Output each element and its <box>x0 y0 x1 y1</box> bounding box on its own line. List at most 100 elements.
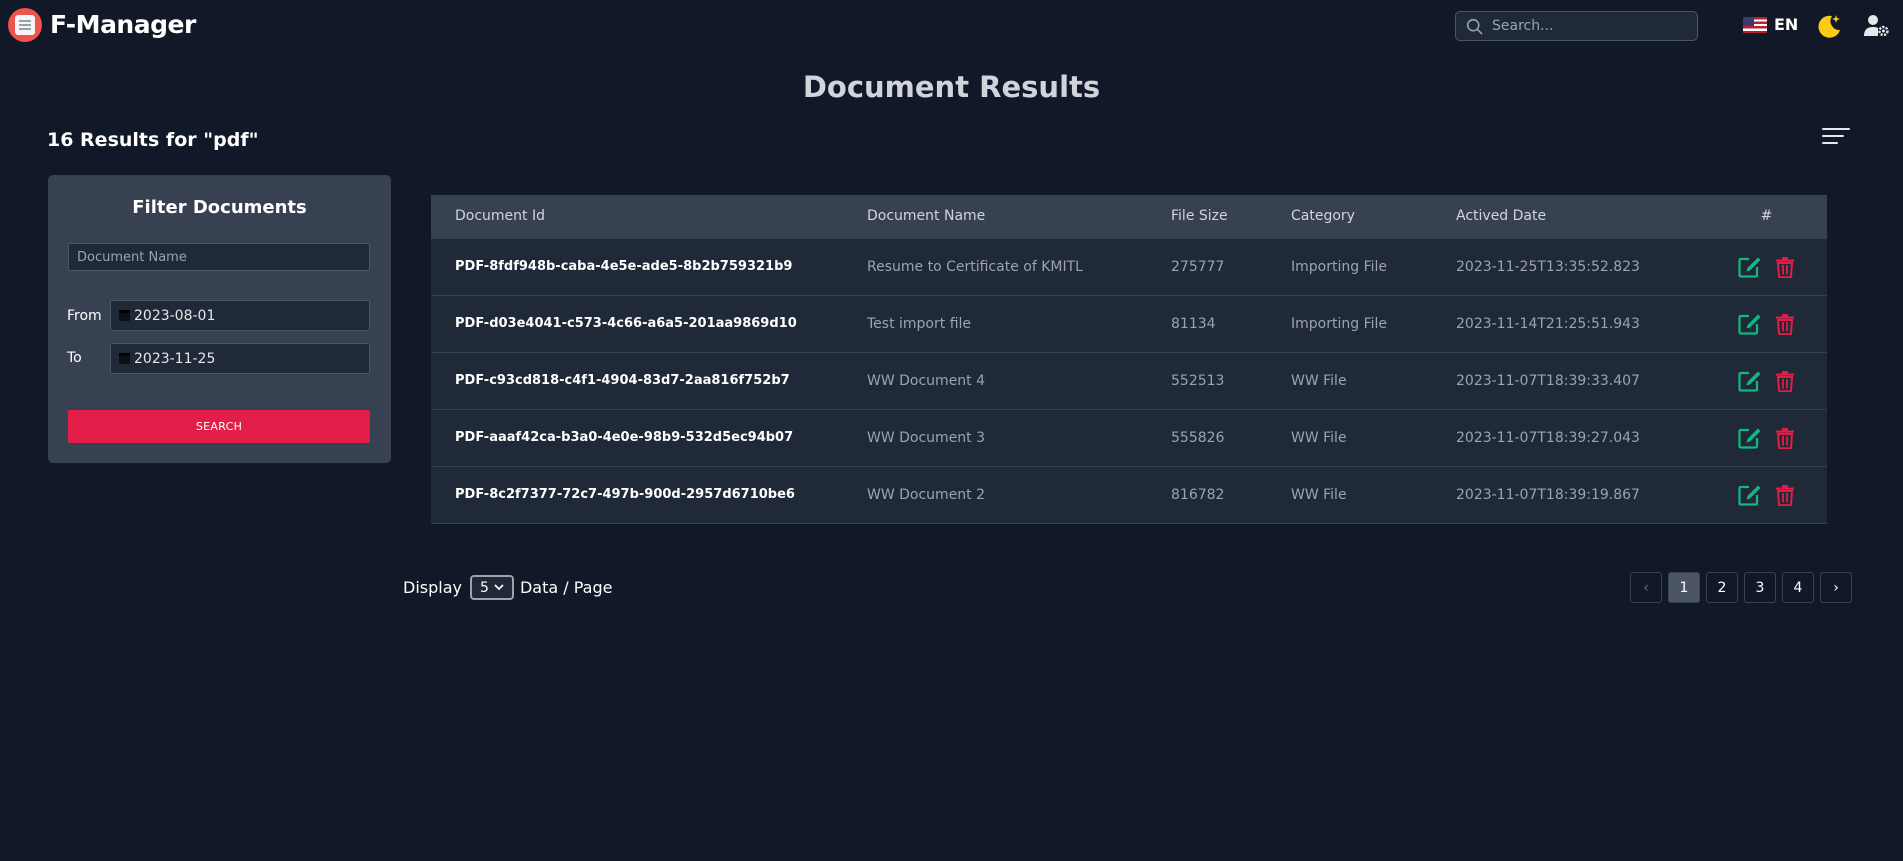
page-size-value: 5 <box>480 579 489 596</box>
column-header-actived-date[interactable]: Actived Date <box>1456 195 1706 238</box>
category-cell: WW File <box>1291 429 1347 446</box>
next-page-button[interactable]: › <box>1820 572 1852 603</box>
category-cell: Importing File <box>1291 258 1387 275</box>
edit-button[interactable] <box>1738 484 1762 506</box>
edit-button[interactable] <box>1738 370 1762 392</box>
page-size-control: Display 5 Data / Page <box>403 575 612 600</box>
from-date-input[interactable]: 2023-08-01 <box>110 300 370 331</box>
edit-icon <box>1738 428 1761 449</box>
column-header-document-name[interactable]: Document Name <box>867 195 1171 238</box>
trash-icon <box>1776 484 1794 506</box>
actived-date-cell: 2023-11-07T18:39:19.867 <box>1456 486 1640 503</box>
user-settings-button[interactable] <box>1864 14 1890 42</box>
actived-date-cell: 2023-11-14T21:25:51.943 <box>1456 315 1640 332</box>
edit-icon <box>1738 371 1761 392</box>
chevron-down-icon <box>494 584 504 591</box>
file-size-cell: 552513 <box>1171 372 1225 389</box>
edit-button[interactable] <box>1738 427 1762 449</box>
search-icon <box>1466 18 1483 34</box>
table-row[interactable]: PDF-d03e4041-c573-4c66-a6a5-201aa9869d10… <box>431 295 1827 352</box>
page-size-select[interactable]: 5 <box>469 575 514 600</box>
document-name-cell: Test import file <box>867 315 972 332</box>
file-size-cell: 275777 <box>1171 258 1225 275</box>
delete-button[interactable] <box>1775 370 1795 392</box>
language-selector[interactable]: EN <box>1743 15 1798 34</box>
actions-cell <box>1706 352 1827 409</box>
delete-button[interactable] <box>1775 256 1795 278</box>
actions-cell <box>1706 295 1827 352</box>
pagination: ‹ 1 2 3 4 › <box>1630 572 1852 603</box>
search-button[interactable]: SEARCH <box>68 410 370 443</box>
document-id-cell: PDF-aaaf42ca-b3a0-4e0e-98b9-532d5ec94b07 <box>455 430 794 445</box>
trash-icon <box>1776 427 1794 449</box>
documents-table: Document Id Document Name File Size Cate… <box>431 195 1827 524</box>
app-logo-icon[interactable] <box>8 8 42 42</box>
document-id-cell: PDF-c93cd818-c4f1-4904-83d7-2aa816f752b7 <box>455 373 790 388</box>
top-navbar: F-Manager EN <box>0 0 1903 52</box>
language-label: EN <box>1774 15 1799 34</box>
filter-panel: Filter Documents From 2023-08-01 To 2023… <box>48 175 391 463</box>
page-button-1[interactable]: 1 <box>1668 572 1700 603</box>
sort-lines-icon <box>1822 128 1850 144</box>
trash-icon <box>1776 256 1794 278</box>
document-name-cell: WW Document 2 <box>867 486 986 503</box>
to-date-input[interactable]: 2023-11-25 <box>110 343 370 374</box>
document-name-cell: WW Document 3 <box>867 429 986 446</box>
calendar-icon <box>119 353 130 364</box>
filter-title: Filter Documents <box>132 197 307 218</box>
page-button-4[interactable]: 4 <box>1782 572 1814 603</box>
table-row[interactable]: PDF-c93cd818-c4f1-4904-83d7-2aa816f752b7… <box>431 352 1827 409</box>
actions-cell <box>1706 238 1827 295</box>
table-row[interactable]: PDF-8fdf948b-caba-4e5e-ade5-8b2b759321b9… <box>431 238 1827 295</box>
from-date-value: 2023-08-01 <box>134 307 216 324</box>
global-search[interactable] <box>1455 11 1698 41</box>
category-cell: Importing File <box>1291 315 1387 332</box>
document-name-input[interactable] <box>68 243 370 271</box>
page-title: Document Results <box>802 70 1101 104</box>
edit-button[interactable] <box>1738 256 1762 278</box>
delete-button[interactable] <box>1775 427 1795 449</box>
trash-icon <box>1776 313 1794 335</box>
document-name-cell: WW Document 4 <box>867 372 986 389</box>
trash-icon <box>1776 370 1794 392</box>
column-header-actions: # <box>1760 208 1773 225</box>
to-label: To <box>67 350 82 366</box>
actived-date-cell: 2023-11-25T13:35:52.823 <box>1456 258 1640 275</box>
sort-menu-button[interactable] <box>1822 127 1850 151</box>
us-flag-icon <box>1743 16 1767 33</box>
edit-icon <box>1738 314 1761 335</box>
from-label: From <box>67 308 102 324</box>
category-cell: WW File <box>1291 372 1347 389</box>
search-input[interactable] <box>1492 18 1682 34</box>
display-label: Display <box>403 578 462 597</box>
page-button-2[interactable]: 2 <box>1706 572 1738 603</box>
column-header-file-size[interactable]: File Size <box>1171 195 1291 238</box>
actived-date-cell: 2023-11-07T18:39:33.407 <box>1456 372 1640 389</box>
edit-icon <box>1738 485 1761 506</box>
delete-button[interactable] <box>1775 484 1795 506</box>
delete-button[interactable] <box>1775 313 1795 335</box>
actions-cell <box>1706 409 1827 466</box>
table-header-row: Document Id Document Name File Size Cate… <box>431 195 1827 238</box>
table-body: PDF-8fdf948b-caba-4e5e-ade5-8b2b759321b9… <box>431 238 1827 523</box>
actived-date-cell: 2023-11-07T18:39:27.043 <box>1456 429 1640 446</box>
category-cell: WW File <box>1291 486 1347 503</box>
document-id-cell: PDF-8c2f7377-72c7-497b-900d-2957d6710be6 <box>455 487 795 502</box>
table-row[interactable]: PDF-aaaf42ca-b3a0-4e0e-98b9-532d5ec94b07… <box>431 409 1827 466</box>
app-brand-name[interactable]: F-Manager <box>50 10 196 39</box>
document-id-cell: PDF-d03e4041-c573-4c66-a6a5-201aa9869d10 <box>455 316 797 331</box>
edit-button[interactable] <box>1738 313 1762 335</box>
column-header-category[interactable]: Category <box>1291 195 1456 238</box>
page-button-3[interactable]: 3 <box>1744 572 1776 603</box>
table-row[interactable]: PDF-8c2f7377-72c7-497b-900d-2957d6710be6… <box>431 466 1827 523</box>
calendar-icon <box>119 310 130 321</box>
actions-cell <box>1706 466 1827 523</box>
user-settings-icon <box>1864 15 1889 37</box>
document-name-cell: Resume to Certificate of KMITL <box>867 258 1083 275</box>
moon-icon <box>1818 15 1840 38</box>
column-header-document-id[interactable]: Document Id <box>431 195 867 238</box>
theme-toggle-button[interactable] <box>1815 12 1843 44</box>
data-per-page-label: Data / Page <box>519 578 613 597</box>
prev-page-button[interactable]: ‹ <box>1630 572 1662 603</box>
document-id-cell: PDF-8fdf948b-caba-4e5e-ade5-8b2b759321b9 <box>455 259 793 274</box>
